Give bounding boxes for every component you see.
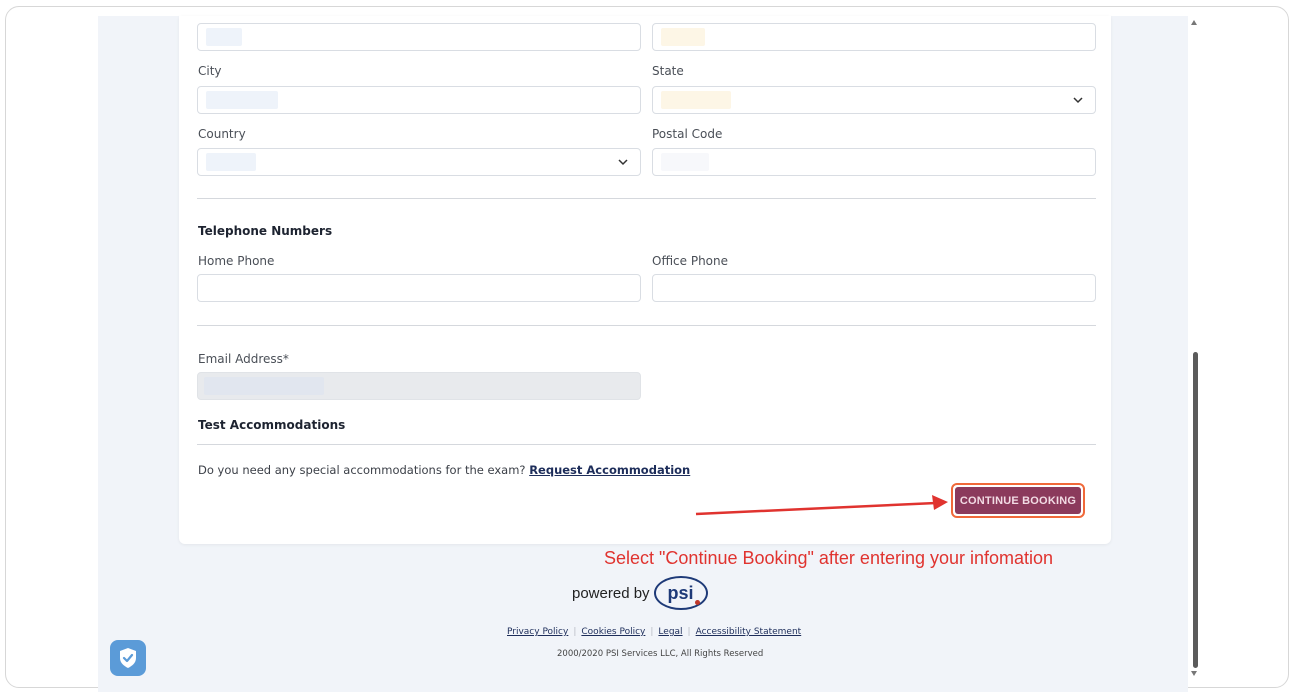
address-line-2-field[interactable]	[652, 23, 1096, 51]
vertical-scrollbar[interactable]	[1189, 12, 1203, 680]
accommodations-question: Do you need any special accommodations f…	[198, 463, 690, 477]
annotation-caption: Select "Continue Booking" after entering…	[604, 548, 1054, 568]
office-phone-label: Office Phone	[652, 254, 729, 268]
city-label: City	[198, 64, 222, 78]
city-field[interactable]	[197, 86, 641, 114]
postal-code-field[interactable]	[652, 148, 1096, 176]
section-divider	[197, 444, 1096, 445]
scroll-down-icon[interactable]	[1191, 671, 1197, 676]
chevron-down-icon	[1073, 97, 1083, 104]
shield-check-icon	[120, 648, 136, 668]
continue-booking-label: CONTINUE BOOKING	[955, 487, 1081, 514]
copyright: 2000/2020 PSI Services LLC, All Rights R…	[557, 649, 764, 659]
email-label: Email Address*	[198, 352, 289, 366]
accommodations-question-text: Do you need any special accommodations f…	[198, 463, 526, 477]
accessibility-statement-link[interactable]: Accessibility Statement	[696, 627, 802, 637]
legal-link[interactable]: Legal	[658, 627, 682, 637]
booking-form-card: City State Country Postal Code Telephone…	[179, 16, 1111, 544]
email-field	[197, 372, 641, 400]
home-phone-label: Home Phone	[198, 254, 275, 268]
telephone-heading: Telephone Numbers	[198, 224, 333, 238]
office-phone-field[interactable]	[652, 274, 1096, 302]
state-label: State	[652, 64, 684, 78]
address-line-field[interactable]	[197, 23, 641, 51]
powered-by-text: powered by	[572, 584, 650, 602]
continue-booking-button[interactable]: CONTINUE BOOKING	[951, 483, 1085, 518]
country-label: Country	[198, 127, 246, 141]
annotation-arrow-icon	[695, 495, 948, 516]
cookies-policy-link[interactable]: Cookies Policy	[581, 627, 645, 637]
psi-logo: psi	[653, 576, 708, 610]
chevron-down-icon	[618, 159, 628, 166]
footer-links: Privacy Policy | Cookies Policy | Legal …	[507, 627, 802, 637]
request-accommodation-link[interactable]: Request Accommodation	[529, 463, 690, 477]
privacy-widget-button[interactable]	[110, 640, 146, 676]
state-select[interactable]	[652, 86, 1096, 114]
section-divider	[197, 325, 1096, 326]
section-divider	[197, 198, 1096, 199]
scroll-up-icon[interactable]	[1191, 20, 1197, 25]
home-phone-field[interactable]	[197, 274, 641, 302]
country-select[interactable]	[197, 148, 641, 176]
accommodations-heading: Test Accommodations	[198, 418, 346, 432]
scroll-thumb[interactable]	[1193, 352, 1198, 668]
powered-by: powered by psi	[572, 576, 708, 610]
privacy-policy-link[interactable]: Privacy Policy	[507, 627, 568, 637]
postal-code-label: Postal Code	[652, 127, 723, 141]
